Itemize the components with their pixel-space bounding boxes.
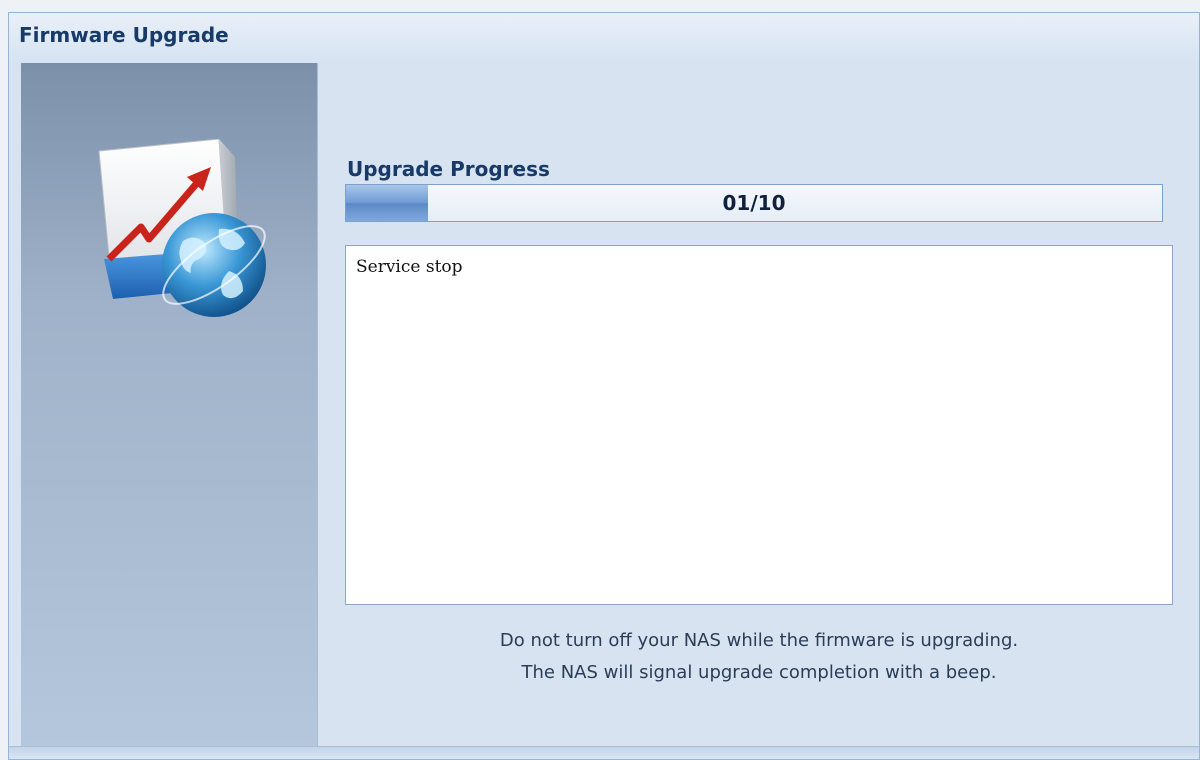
firmware-globe-icon <box>79 138 279 319</box>
progress-text: 01/10 <box>722 191 786 215</box>
log-line: Service stop <box>356 257 463 277</box>
firmware-upgrade-window: Firmware Upgrade Upgrade Progress 01/10 … <box>8 12 1200 760</box>
upgrade-notice: Do not turn off your NAS while the firmw… <box>345 625 1173 689</box>
progress-title: Upgrade Progress <box>347 157 550 181</box>
notice-line-2: The NAS will signal upgrade completion w… <box>521 662 997 683</box>
side-panel <box>21 63 318 748</box>
window-title: Firmware Upgrade <box>9 13 1199 63</box>
upgrade-content: Upgrade Progress 01/10 Service stop Do n… <box>319 63 1199 748</box>
upgrade-progress-bar: 01/10 <box>345 184 1163 222</box>
notice-line-1: Do not turn off your NAS while the firmw… <box>499 630 1019 651</box>
upgrade-log[interactable]: Service stop <box>345 245 1173 605</box>
bottom-strip <box>9 746 1199 759</box>
